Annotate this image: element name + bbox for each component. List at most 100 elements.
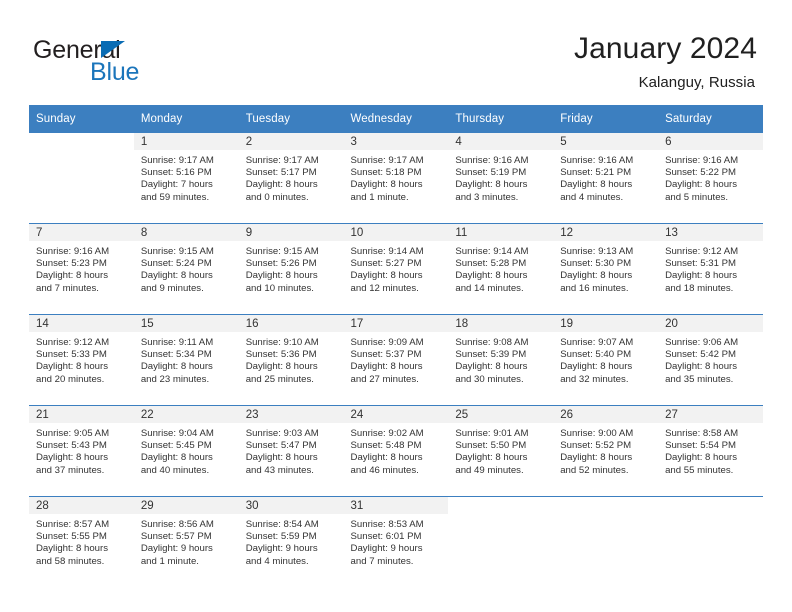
calendar-day-cell[interactable]: 15 Sunrise: 9:11 AM Sunset: 5:34 PM Dayligh… <box>133 314 239 406</box>
day-number: 6 <box>658 133 763 150</box>
sunset-text: Sunset: 5:27 PM <box>350 258 422 270</box>
calendar-day-cell[interactable]: 4 Sunrise: 9:16 AM Sunset: 5:19 PM Daylight… <box>448 133 554 224</box>
page-header: General Blue January 2024 Kalanguy, Russ… <box>0 0 792 100</box>
sunset-text: Sunset: 5:40 PM <box>560 349 632 361</box>
day-number: 22 <box>133 406 239 423</box>
day-number: 19 <box>553 315 659 332</box>
calendar-day-cell[interactable]: 6 Sunrise: 9:16 AM Sunset: 5:22 PM Daylight… <box>658 133 763 224</box>
day-details: Sunrise: 9:15 AM Sunset: 5:26 PM Daylight:… <box>239 241 344 295</box>
sunset-text: Sunset: 5:16 PM <box>140 167 212 179</box>
calendar-week-row: 14 Sunrise: 9:12 AM Sunset: 5:33 PM Dayligh… <box>29 314 763 406</box>
day-details: Sunrise: 9:16 AM Sunset: 5:23 PM Daylight:… <box>29 241 134 295</box>
daylight-text-line1: Daylight: 8 hours <box>665 179 738 191</box>
daylight-text-line1: Daylight: 9 hours <box>245 543 318 555</box>
calendar-day-cell[interactable]: 30 Sunrise: 8:54 AM Sunset: 5:59 PM Dayligh… <box>238 496 344 587</box>
day-details: Sunrise: 9:12 AM Sunset: 5:33 PM Daylight:… <box>29 332 134 386</box>
sunrise-text: Sunrise: 9:14 AM <box>455 246 529 257</box>
calendar-day-cell[interactable]: 1 Sunrise: 9:17 AM Sunset: 5:16 PM Daylight… <box>133 133 239 224</box>
calendar-day-cell[interactable]: 8 Sunrise: 9:15 AM Sunset: 5:24 PM Daylight… <box>133 223 239 315</box>
daylight-text-line1: Daylight: 8 hours <box>350 270 423 282</box>
daylight-text-line2: and 40 minutes. <box>140 464 210 476</box>
calendar-day-cell[interactable]: 22 Sunrise: 9:04 AM Sunset: 5:45 PM Dayligh… <box>133 405 239 497</box>
sunset-text: Sunset: 5:54 PM <box>665 440 736 452</box>
day-number: 23 <box>238 406 344 423</box>
day-details: Sunrise: 9:04 AM Sunset: 5:45 PM Daylight:… <box>134 423 239 477</box>
daylight-text-line2: and 7 minutes. <box>36 282 99 294</box>
day-details: Sunrise: 9:06 AM Sunset: 5:42 PM Daylight:… <box>658 332 763 386</box>
calendar-day-cell[interactable]: 25 Sunrise: 9:01 AM Sunset: 5:50 PM Dayligh… <box>448 405 554 497</box>
sunset-text: Sunset: 5:34 PM <box>140 349 212 361</box>
day-details: Sunrise: 9:16 AM Sunset: 5:19 PM Daylight:… <box>448 150 553 204</box>
day-number: 5 <box>553 133 659 150</box>
day-number: 14 <box>29 315 134 332</box>
daylight-text-line2: and 14 minutes. <box>455 282 524 294</box>
daylight-text-line1: Daylight: 8 hours <box>560 452 633 464</box>
calendar-day-cell[interactable]: 23 Sunrise: 9:03 AM Sunset: 5:47 PM Dayligh… <box>238 405 344 497</box>
daylight-text-line1: Daylight: 9 hours <box>140 543 213 555</box>
sunrise-text: Sunrise: 9:01 AM <box>455 428 529 439</box>
calendar-day-cell[interactable]: 17 Sunrise: 9:09 AM Sunset: 5:37 PM Dayligh… <box>343 314 449 406</box>
calendar-cell-empty <box>658 496 763 587</box>
day-details: Sunrise: 8:57 AM Sunset: 5:55 PM Daylight:… <box>29 514 134 568</box>
calendar-day-cell[interactable]: 12 Sunrise: 9:13 AM Sunset: 5:30 PM Dayligh… <box>553 223 659 315</box>
sunrise-text: Sunrise: 9:12 AM <box>665 246 739 257</box>
calendar-day-cell[interactable]: 20 Sunrise: 9:06 AM Sunset: 5:42 PM Dayligh… <box>658 314 763 406</box>
calendar-week-row: 1 Sunrise: 9:17 AM Sunset: 5:16 PM Daylight… <box>29 133 763 224</box>
calendar-day-cell[interactable]: 10 Sunrise: 9:14 AM Sunset: 5:27 PM Dayligh… <box>343 223 449 315</box>
day-details: Sunrise: 9:07 AM Sunset: 5:40 PM Daylight:… <box>553 332 658 386</box>
calendar-day-cell[interactable]: 26 Sunrise: 9:00 AM Sunset: 5:52 PM Dayligh… <box>553 405 659 497</box>
calendar-day-cell[interactable]: 16 Sunrise: 9:10 AM Sunset: 5:36 PM Dayligh… <box>238 314 344 406</box>
sunrise-text: Sunrise: 9:05 AM <box>36 428 110 439</box>
calendar-day-cell[interactable]: 29 Sunrise: 8:56 AM Sunset: 5:57 PM Dayligh… <box>133 496 239 587</box>
calendar-day-cell[interactable]: 7 Sunrise: 9:16 AM Sunset: 5:23 PM Daylight… <box>29 223 134 315</box>
day-details: Sunrise: 9:14 AM Sunset: 5:28 PM Daylight:… <box>448 241 553 295</box>
day-details: Sunrise: 9:08 AM Sunset: 5:39 PM Daylight:… <box>448 332 553 386</box>
daylight-text-line2: and 37 minutes. <box>36 464 105 476</box>
calendar-day-cell[interactable]: 9 Sunrise: 9:15 AM Sunset: 5:26 PM Daylight… <box>238 223 344 315</box>
day-details: Sunrise: 9:00 AM Sunset: 5:52 PM Daylight:… <box>553 423 658 477</box>
page-title: January 2024 <box>573 32 757 65</box>
daylight-text-line2: and 10 minutes. <box>245 282 314 294</box>
calendar-day-cell[interactable]: 18 Sunrise: 9:08 AM Sunset: 5:39 PM Dayligh… <box>448 314 554 406</box>
calendar-table: Sunday Monday Tuesday Wednesday Thursday… <box>29 105 763 587</box>
sunrise-text: Sunrise: 9:16 AM <box>455 155 529 166</box>
sunrise-text: Sunrise: 9:03 AM <box>245 428 319 439</box>
calendar-day-cell[interactable]: 19 Sunrise: 9:07 AM Sunset: 5:40 PM Dayligh… <box>553 314 659 406</box>
sunset-text: Sunset: 6:01 PM <box>350 531 422 543</box>
logo-triangle-icon <box>101 41 125 58</box>
day-number: 10 <box>343 224 449 241</box>
calendar-day-cell[interactable]: 28 Sunrise: 8:57 AM Sunset: 5:55 PM Dayligh… <box>29 496 134 587</box>
calendar-day-cell[interactable]: 27 Sunrise: 8:58 AM Sunset: 5:54 PM Dayligh… <box>658 405 763 497</box>
day-number: 25 <box>448 406 554 423</box>
daylight-text-line1: Daylight: 8 hours <box>560 361 633 373</box>
sunset-text: Sunset: 5:26 PM <box>245 258 317 270</box>
calendar-day-cell[interactable]: 31 Sunrise: 8:53 AM Sunset: 6:01 PM Dayligh… <box>343 496 449 587</box>
day-number: 3 <box>343 133 449 150</box>
sunset-text: Sunset: 5:36 PM <box>245 349 317 361</box>
daylight-text-line1: Daylight: 8 hours <box>560 270 633 282</box>
daylight-text-line1: Daylight: 8 hours <box>665 361 738 373</box>
sunrise-text: Sunrise: 9:15 AM <box>140 246 214 257</box>
sunset-text: Sunset: 5:37 PM <box>350 349 422 361</box>
day-number: 31 <box>343 497 449 514</box>
day-details: Sunrise: 9:13 AM Sunset: 5:30 PM Daylight:… <box>553 241 658 295</box>
sunrise-text: Sunrise: 9:17 AM <box>245 155 319 166</box>
sunrise-text: Sunrise: 9:02 AM <box>350 428 424 439</box>
calendar-day-cell[interactable]: 11 Sunrise: 9:14 AM Sunset: 5:28 PM Dayligh… <box>448 223 554 315</box>
calendar-day-cell[interactable]: 13 Sunrise: 9:12 AM Sunset: 5:31 PM Dayligh… <box>658 223 763 315</box>
calendar-day-cell[interactable]: 14 Sunrise: 9:12 AM Sunset: 5:33 PM Dayligh… <box>29 314 134 406</box>
sunset-text: Sunset: 5:22 PM <box>665 167 736 179</box>
calendar-day-cell[interactable]: 24 Sunrise: 9:02 AM Sunset: 5:48 PM Dayligh… <box>343 405 449 497</box>
page-subtitle: Kalanguy, Russia <box>638 74 755 91</box>
weekday-header-tuesday: Tuesday <box>238 105 344 133</box>
daylight-text-line2: and 25 minutes. <box>245 373 314 385</box>
calendar-day-cell[interactable]: 2 Sunrise: 9:17 AM Sunset: 5:17 PM Daylight… <box>238 133 344 224</box>
calendar-day-cell[interactable]: 5 Sunrise: 9:16 AM Sunset: 5:21 PM Daylight… <box>553 133 659 224</box>
day-details: Sunrise: 9:17 AM Sunset: 5:17 PM Daylight:… <box>239 150 344 204</box>
calendar-day-cell[interactable]: 3 Sunrise: 9:17 AM Sunset: 5:18 PM Daylight… <box>343 133 449 224</box>
day-details: Sunrise: 9:16 AM Sunset: 5:22 PM Daylight:… <box>658 150 763 204</box>
sunrise-text: Sunrise: 9:14 AM <box>350 246 424 257</box>
calendar-day-cell[interactable]: 21 Sunrise: 9:05 AM Sunset: 5:43 PM Dayligh… <box>29 405 134 497</box>
day-number: 29 <box>133 497 239 514</box>
day-details: Sunrise: 9:01 AM Sunset: 5:50 PM Daylight:… <box>448 423 553 477</box>
